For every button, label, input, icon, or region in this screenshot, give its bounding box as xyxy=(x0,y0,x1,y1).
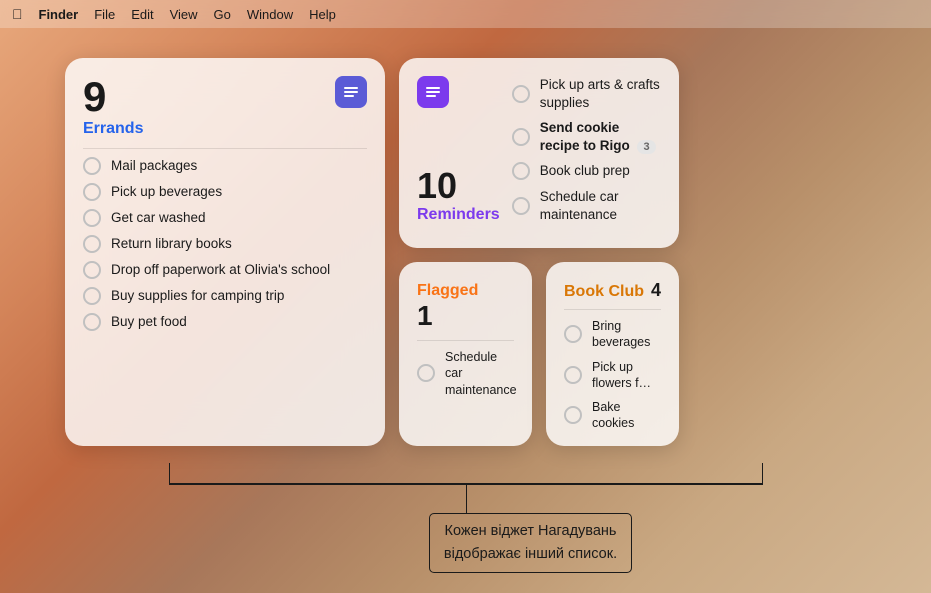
task-item: Buy pet food xyxy=(83,313,367,331)
reminders-widget[interactable]: 10 Reminders Pick up arts & crafts suppl… xyxy=(399,58,679,248)
task-text: Buy supplies for camping trip xyxy=(111,287,284,305)
reminders-right: Pick up arts & crafts supplies Send cook… xyxy=(512,76,661,224)
bookclub-count: 4 xyxy=(651,280,661,301)
reminders-list-icon xyxy=(417,76,449,108)
errands-divider xyxy=(83,148,367,149)
task-text: Send cookie recipe to Rigo 3 xyxy=(540,119,661,154)
reminders-left: 10 Reminders xyxy=(417,76,500,224)
flagged-widget[interactable]: Flagged 1 Schedule car maintenance xyxy=(399,262,532,446)
task-item: Bake cookies xyxy=(564,399,661,432)
task-text: Pick up arts & crafts supplies xyxy=(540,76,661,111)
bracket-right-vertical xyxy=(762,463,764,485)
menubar:  Finder File Edit View Go Window Help xyxy=(0,0,931,28)
widgets-area: 9 Errands Mail packages Pick up beverage… xyxy=(0,28,931,446)
task-item: Schedule car maintenance xyxy=(417,349,514,398)
task-circle[interactable] xyxy=(83,209,101,227)
task-text: Schedule car maintenance xyxy=(540,188,661,223)
task-circle[interactable] xyxy=(564,325,582,343)
task-circle[interactable] xyxy=(83,157,101,175)
task-circle[interactable] xyxy=(83,183,101,201)
flagged-divider xyxy=(417,340,514,341)
menubar-go[interactable]: Go xyxy=(214,7,231,22)
bracket-wrapper xyxy=(101,463,831,485)
task-item: Book club prep xyxy=(512,162,661,180)
task-text: Mail packages xyxy=(111,157,197,175)
task-item: Send cookie recipe to Rigo 3 xyxy=(512,119,661,154)
bookclub-title: Book Club xyxy=(564,283,644,301)
task-circle[interactable] xyxy=(417,364,435,382)
task-text: Drop off paperwork at Olivia's school xyxy=(111,261,330,279)
task-text: Schedule car maintenance xyxy=(445,349,517,398)
task-text: Book club prep xyxy=(540,162,630,180)
bracket-horizontal xyxy=(169,483,763,485)
errands-count-group: 9 Errands xyxy=(83,76,143,138)
reminders-title: Reminders xyxy=(417,206,500,224)
reminders-task-list: Pick up arts & crafts supplies Send cook… xyxy=(512,76,661,223)
task-item: Return library books xyxy=(83,235,367,253)
task-circle[interactable] xyxy=(83,261,101,279)
task-text: Bake cookies xyxy=(592,399,661,432)
task-badge: 3 xyxy=(637,140,655,154)
annotation-line2: відображає інший список. xyxy=(444,546,617,562)
task-item: Drop off paperwork at Olivia's school xyxy=(83,261,367,279)
annotation-pointer-wrapper xyxy=(101,485,831,513)
task-text: Get car washed xyxy=(111,209,206,227)
task-item: Get car washed xyxy=(83,209,367,227)
task-item: Buy supplies for camping trip xyxy=(83,287,367,305)
annotation-callout: Кожен віджет Нагадувань відображає інший… xyxy=(429,513,632,573)
task-item: Pick up flowers f… xyxy=(564,359,661,392)
task-text: Pick up flowers f… xyxy=(592,359,661,392)
bracket-left-vertical xyxy=(169,463,171,485)
task-text: Return library books xyxy=(111,235,232,253)
task-item: Schedule car maintenance xyxy=(512,188,661,223)
task-circle[interactable] xyxy=(512,162,530,180)
task-circle[interactable] xyxy=(564,406,582,424)
bottom-widgets: Flagged 1 Schedule car maintenance xyxy=(399,262,679,446)
reminders-layout: 10 Reminders Pick up arts & crafts suppl… xyxy=(417,76,661,224)
task-circle[interactable] xyxy=(512,128,530,146)
flagged-task-list: Schedule car maintenance xyxy=(417,349,514,398)
menubar-finder[interactable]: Finder xyxy=(39,7,79,22)
menubar-help[interactable]: Help xyxy=(309,7,336,22)
task-circle[interactable] xyxy=(512,197,530,215)
bottom-annotation: Кожен віджет Нагадувань відображає інший… xyxy=(0,463,931,573)
bookclub-divider xyxy=(564,309,661,310)
errands-title: Errands xyxy=(83,120,143,138)
right-column: 10 Reminders Pick up arts & crafts suppl… xyxy=(399,58,679,446)
errands-widget[interactable]: 9 Errands Mail packages Pick up beverage… xyxy=(65,58,385,446)
task-item: Mail packages xyxy=(83,157,367,175)
task-text: Bring beverages xyxy=(592,318,661,351)
task-circle[interactable] xyxy=(83,235,101,253)
menubar-view[interactable]: View xyxy=(170,7,198,22)
errands-task-list: Mail packages Pick up beverages Get car … xyxy=(83,157,367,331)
task-circle[interactable] xyxy=(83,287,101,305)
bookclub-widget[interactable]: Book Club 4 Bring beverages Pick up flow… xyxy=(546,262,679,446)
flagged-count: 1 xyxy=(417,300,433,332)
menubar-window[interactable]: Window xyxy=(247,7,293,22)
errands-count: 9 xyxy=(83,76,143,118)
apple-menu-icon[interactable]:  xyxy=(12,6,23,22)
annotation-pointer-line xyxy=(466,485,468,513)
errands-header: 9 Errands xyxy=(83,76,367,138)
task-item: Pick up beverages xyxy=(83,183,367,201)
flagged-title: Flagged xyxy=(417,282,514,300)
bookclub-header: Book Club 4 xyxy=(564,280,661,301)
menubar-edit[interactable]: Edit xyxy=(131,7,153,22)
task-circle[interactable] xyxy=(564,366,582,384)
task-item: Bring beverages xyxy=(564,318,661,351)
bookclub-task-list: Bring beverages Pick up flowers f… Bake … xyxy=(564,318,661,432)
task-text: Pick up beverages xyxy=(111,183,222,201)
task-circle[interactable] xyxy=(83,313,101,331)
menubar-file[interactable]: File xyxy=(94,7,115,22)
flagged-header: Flagged 1 xyxy=(417,282,514,332)
task-circle[interactable] xyxy=(512,85,530,103)
reminders-count: 10 xyxy=(417,168,500,204)
annotation-line1: Кожен віджет Нагадувань xyxy=(445,523,617,539)
errands-list-icon xyxy=(335,76,367,108)
task-item: Pick up arts & crafts supplies xyxy=(512,76,661,111)
task-text: Buy pet food xyxy=(111,313,187,331)
